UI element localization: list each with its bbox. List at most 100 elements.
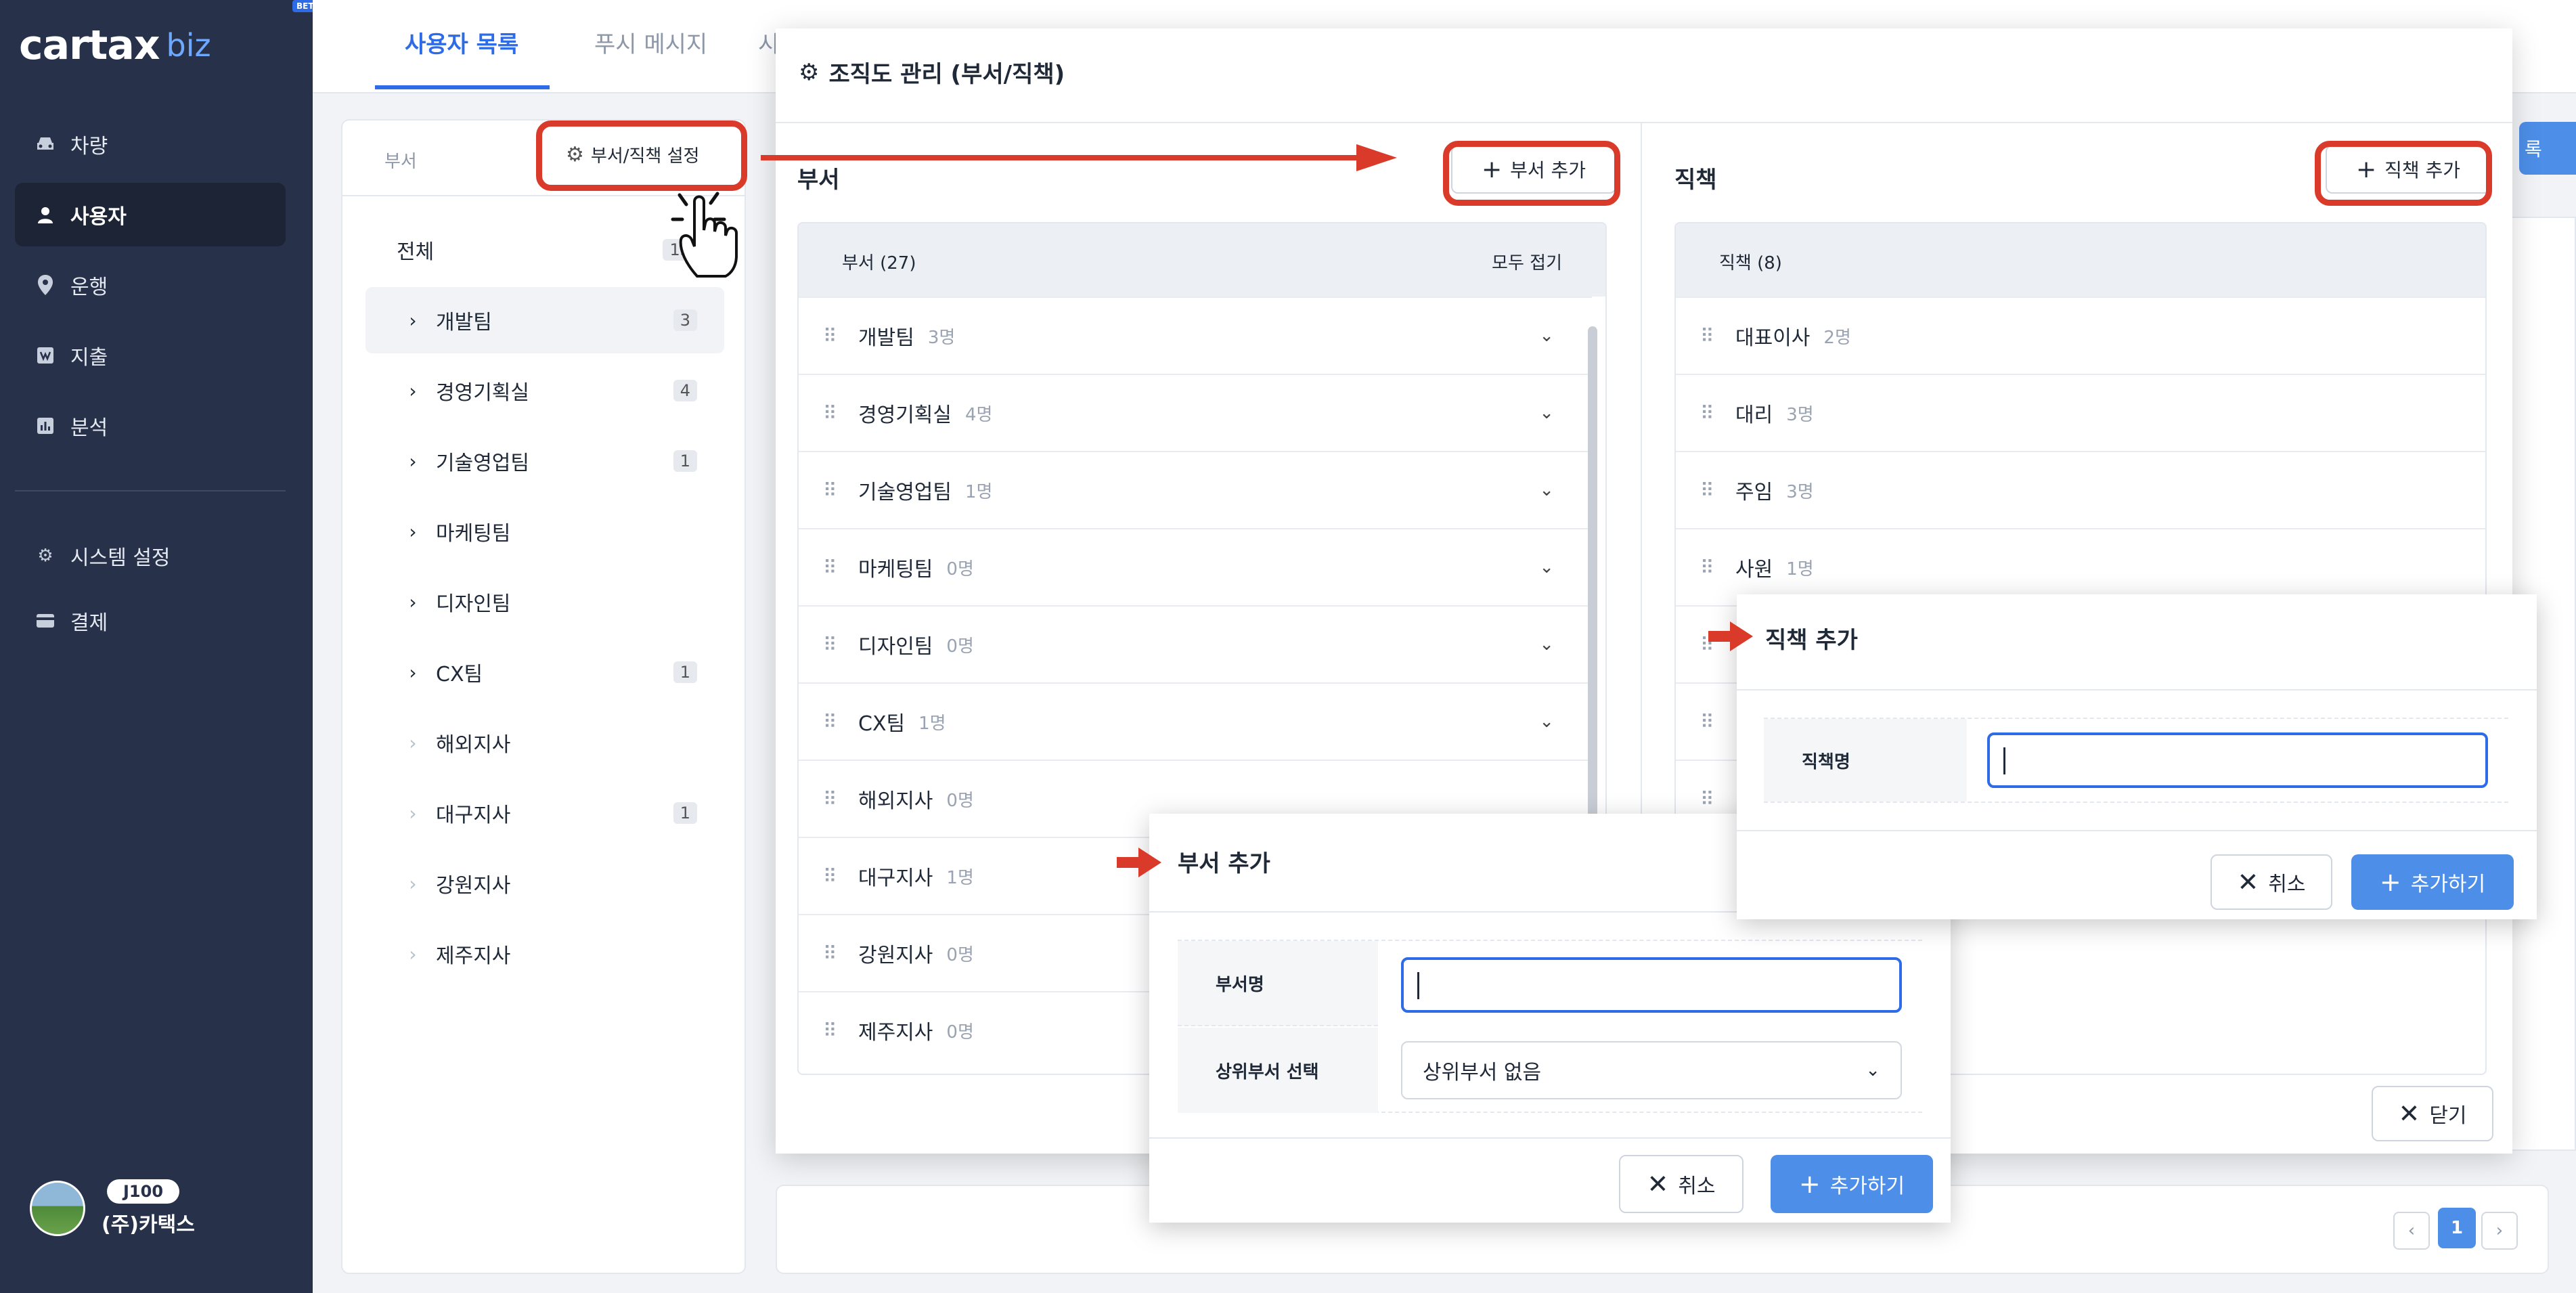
sidebar-item-billing[interactable]: 결제	[15, 589, 286, 653]
department-tree-item[interactable]: › 마케팅팀	[365, 498, 724, 565]
department-tree-item[interactable]: › 기술영업팀 1	[365, 428, 724, 494]
department-list-row[interactable]: ⠿ CX팀 1명 ⌄	[799, 682, 1592, 760]
drag-handle-icon[interactable]: ⠿	[823, 402, 837, 424]
department-tree-item[interactable]: › 경영기획실 4	[365, 357, 724, 424]
submit-button-label: 추가하기	[2410, 873, 2486, 896]
sidebar-item-expenses[interactable]: 지출	[15, 324, 286, 387]
position-list-row[interactable]: ⠿ 대리 3명	[1676, 374, 2485, 451]
sidebar-item-vehicles[interactable]: 차량	[15, 112, 286, 176]
department-list-row[interactable]: ⠿ 디자인팀 0명 ⌄	[799, 605, 1592, 682]
chevron-down-icon[interactable]: ⌄	[1539, 711, 1554, 732]
department-tree-item[interactable]: › 제주지사	[365, 921, 724, 987]
chevron-right-icon[interactable]: ›	[403, 450, 422, 473]
plus-icon: +	[1798, 1169, 1821, 1199]
drag-handle-icon[interactable]: ⠿	[1700, 479, 1714, 502]
position-name: 사원	[1735, 558, 1773, 582]
add-department-modal-title: 부서 추가	[1178, 850, 1270, 877]
drag-handle-icon[interactable]: ⠿	[823, 556, 837, 579]
drag-handle-icon[interactable]: ⠿	[1700, 325, 1714, 347]
submit-add-department-button[interactable]: + 추가하기	[1771, 1155, 1933, 1213]
register-button[interactable]: 록	[2519, 122, 2576, 175]
collapse-all-button[interactable]: 모두 접기	[1492, 249, 1562, 274]
sidebar-item-analytics[interactable]: 분석	[15, 394, 286, 458]
add-department-pointer-icon	[1117, 848, 1161, 877]
parent-dept-select[interactable]: 상위부서 없음 ⌄	[1401, 1041, 1902, 1099]
drag-handle-icon[interactable]: ⠿	[823, 942, 837, 965]
drag-handle-icon[interactable]: ⠿	[823, 325, 837, 347]
dept-name-input[interactable]	[1401, 957, 1902, 1013]
department-tree-label: 제주지사	[436, 944, 511, 968]
department-list-row[interactable]: ⠿ 경영기획실 4명 ⌄	[799, 374, 1592, 451]
cancel-button[interactable]: ✕ 취소	[2211, 854, 2332, 910]
drag-handle-icon[interactable]: ⠿	[823, 634, 837, 656]
chevron-right-icon[interactable]: ›	[403, 873, 422, 895]
chevron-right-icon[interactable]: ›	[403, 732, 422, 754]
profile[interactable]: J100 (주)카택스	[30, 1179, 195, 1237]
tab-push-message[interactable]: 푸시 메시지	[594, 26, 707, 59]
drag-handle-icon[interactable]: ⠿	[823, 788, 837, 810]
drag-handle-icon[interactable]: ⠿	[1700, 556, 1714, 579]
sidebar-item-label: 시스템 설정	[70, 546, 171, 570]
logo[interactable]: cartax biz BETA	[19, 0, 324, 76]
chevron-down-icon[interactable]: ⌄	[1539, 480, 1554, 500]
position-list-row[interactable]: ⠿ 사원 1명	[1676, 528, 2485, 605]
department-tree-item[interactable]: › 디자인팀	[365, 569, 724, 635]
chevron-right-icon[interactable]: ›	[403, 591, 422, 613]
drag-handle-icon[interactable]: ⠿	[823, 479, 837, 502]
drag-handle-icon[interactable]: ⠿	[823, 865, 837, 887]
department-list-row[interactable]: ⠿ 마케팅팀 0명 ⌄	[799, 528, 1592, 605]
drag-handle-icon[interactable]: ⠿	[823, 1020, 837, 1042]
department-list-row[interactable]: ⠿ 개발팀 3명 ⌄	[799, 297, 1592, 374]
department-name: 강원지사	[858, 944, 933, 967]
position-name-input[interactable]	[1987, 732, 2488, 788]
chevron-down-icon: ⌄	[1865, 1060, 1880, 1080]
sidebar-item-users[interactable]: 사용자	[15, 183, 286, 246]
department-tree-item[interactable]: › CX팀 1	[365, 639, 724, 705]
position-list-row[interactable]: ⠿ 주임 3명	[1676, 451, 2485, 528]
department-tree-item[interactable]: › 강원지사	[365, 850, 724, 917]
chevron-right-icon[interactable]: ›	[403, 661, 422, 684]
drag-handle-icon[interactable]: ⠿	[1700, 711, 1714, 733]
pagination-next[interactable]: ›	[2481, 1212, 2518, 1250]
department-tree-label: 디자인팀	[436, 592, 511, 616]
close-button[interactable]: ✕ 닫기	[2372, 1086, 2493, 1141]
pagination-prev[interactable]: ‹	[2393, 1212, 2430, 1250]
department-name: 해외지사	[858, 789, 933, 813]
add-position-modal: 직책 추가 직책명 ✕ 취소 + 추가하기	[1737, 594, 2537, 919]
user-icon	[35, 204, 55, 225]
submit-add-position-button[interactable]: + 추가하기	[2351, 854, 2514, 910]
drag-handle-icon[interactable]: ⠿	[1700, 788, 1714, 810]
department-tree-item[interactable]: › 대구지사 1	[365, 780, 724, 846]
chevron-down-icon[interactable]: ⌄	[1539, 557, 1554, 577]
tab-user-list[interactable]: 사용자 목록	[405, 26, 518, 59]
add-position-form: 직책명	[1764, 718, 2508, 803]
cancel-button[interactable]: ✕ 취소	[1619, 1155, 1744, 1213]
submit-button-label: 추가하기	[1829, 1175, 1905, 1198]
chevron-down-icon[interactable]: ⌄	[1539, 634, 1554, 655]
member-count-badge: 4	[673, 380, 697, 401]
department-member-count: 0명	[946, 1022, 974, 1043]
chevron-right-icon[interactable]: ›	[403, 802, 422, 825]
location-pin-icon	[35, 275, 55, 295]
drag-handle-icon[interactable]: ⠿	[823, 711, 837, 733]
sidebar-item-system-settings[interactable]: ⚙ 시스템 설정	[15, 524, 286, 588]
logo-text: cartax	[19, 22, 160, 69]
chevron-right-icon[interactable]: ›	[403, 521, 422, 543]
member-count-badge: 1	[673, 450, 697, 472]
chevron-right-icon[interactable]: ›	[403, 309, 422, 332]
department-tree-item[interactable]: › 개발팀 3	[365, 287, 724, 353]
add-position-highlight	[2315, 141, 2492, 206]
department-tree-item[interactable]: › 해외지사	[365, 709, 724, 776]
department-member-count: 1명	[918, 713, 946, 734]
chevron-down-icon[interactable]: ⌄	[1539, 326, 1554, 346]
pagination-page-1[interactable]: 1	[2438, 1208, 2476, 1248]
chevron-right-icon[interactable]: ›	[403, 943, 422, 965]
chevron-down-icon[interactable]: ⌄	[1539, 403, 1554, 423]
modal-divider	[776, 122, 2512, 123]
drag-handle-icon[interactable]: ⠿	[1700, 402, 1714, 424]
chevron-right-icon[interactable]: ›	[403, 380, 422, 402]
sidebar-divider	[15, 490, 286, 491]
department-list-row[interactable]: ⠿ 기술영업팀 1명 ⌄	[799, 451, 1592, 528]
sidebar-item-trips[interactable]: 운행	[15, 253, 286, 317]
position-list-row[interactable]: ⠿ 대표이사 2명	[1676, 297, 2485, 374]
